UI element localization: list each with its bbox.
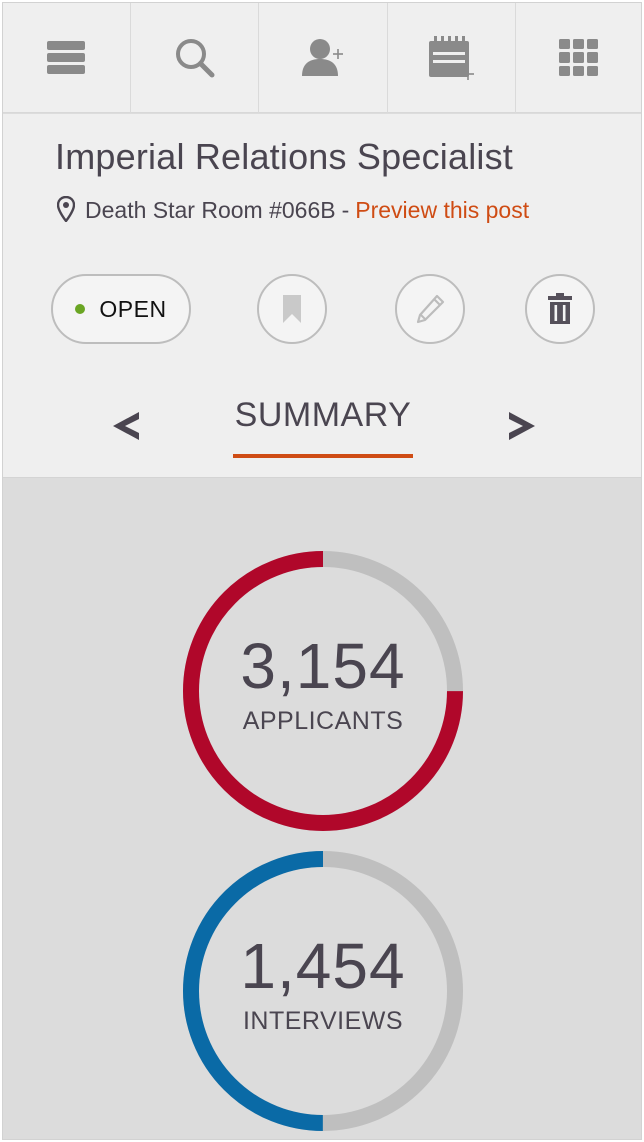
add-user-icon bbox=[302, 39, 343, 76]
applicants-label: APPLICANTS bbox=[242, 707, 404, 735]
chevron-left-icon bbox=[113, 412, 139, 440]
interviews-count: 1,454 bbox=[240, 930, 406, 1002]
add-user-button[interactable] bbox=[259, 3, 388, 113]
interviews-label: INTERVIEWS bbox=[242, 1007, 404, 1035]
delete-button[interactable] bbox=[525, 274, 595, 344]
map-pin-icon bbox=[57, 196, 77, 224]
job-location: Death Star Room #066B - Preview this pos… bbox=[57, 194, 529, 226]
applicants-count: 3,154 bbox=[240, 630, 406, 702]
next-tab-button[interactable] bbox=[503, 406, 543, 446]
job-header: Imperial Relations Specialist Death Star… bbox=[3, 114, 641, 478]
applicants-stat: 3,154 APPLICANTS bbox=[181, 549, 465, 833]
edit-button[interactable] bbox=[395, 274, 465, 344]
trash-icon bbox=[548, 293, 572, 324]
calendar-add-icon bbox=[429, 36, 475, 80]
top-toolbar bbox=[3, 3, 641, 113]
status-dot bbox=[75, 304, 86, 314]
active-tab-indicator bbox=[233, 454, 413, 458]
status-label: OPEN bbox=[99, 295, 167, 322]
menu-icon bbox=[46, 41, 85, 74]
job-actions: OPEN bbox=[3, 274, 641, 344]
app-frame: Imperial Relations Specialist Death Star… bbox=[2, 2, 642, 1140]
chevron-right-icon bbox=[509, 412, 535, 440]
bookmark-button[interactable] bbox=[257, 274, 327, 344]
bookmark-icon bbox=[283, 295, 301, 323]
tab-summary[interactable]: SUMMARY bbox=[233, 396, 413, 435]
location-text: Death Star Room #066B bbox=[85, 196, 336, 223]
preview-post-link[interactable]: Preview this post bbox=[355, 197, 529, 224]
interviews-stat: 1,454 INTERVIEWS bbox=[181, 849, 465, 1133]
search-button[interactable] bbox=[131, 3, 260, 113]
search-icon bbox=[175, 39, 215, 78]
job-title: Imperial Relations Specialist bbox=[55, 136, 513, 177]
apps-grid-button[interactable] bbox=[516, 3, 641, 113]
location-separator: - bbox=[341, 196, 350, 223]
summary-tab-nav: SUMMARY bbox=[3, 392, 641, 462]
prev-tab-button[interactable] bbox=[105, 406, 145, 446]
status-toggle-button[interactable]: OPEN bbox=[51, 274, 191, 344]
pencil-icon bbox=[416, 294, 445, 324]
add-calendar-button[interactable] bbox=[388, 3, 516, 113]
grid-icon bbox=[559, 39, 599, 76]
menu-button[interactable] bbox=[3, 3, 132, 113]
